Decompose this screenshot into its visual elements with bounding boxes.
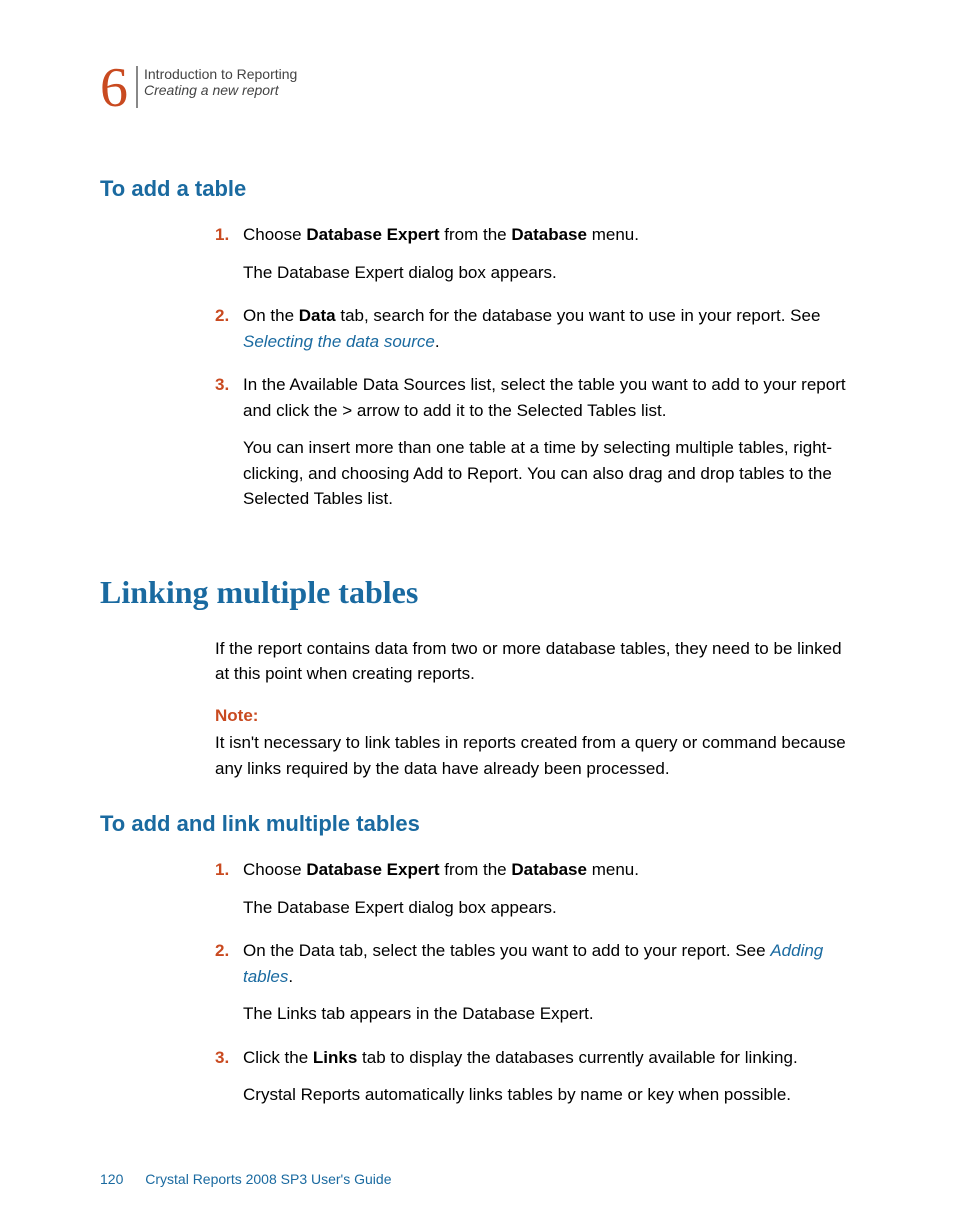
step-text: The Database Expert dialog box appears. [243,260,854,286]
step-text: On the Data tab, select the tables you w… [243,938,854,989]
bold-text: Database Expert [306,860,439,879]
step-text: In the Available Data Sources list, sele… [243,372,854,423]
text: . [288,967,293,986]
section3-content: 1. Choose Database Expert from the Datab… [215,857,854,1120]
bold-text: Database [511,860,587,879]
paragraph: If the report contains data from two or … [215,636,854,687]
step-number: 1. [215,222,243,297]
page: 6 Introduction to Reporting Creating a n… [0,0,954,1227]
step-body: Choose Database Expert from the Database… [243,857,854,932]
text: . [435,332,440,351]
header-breadcrumb-1: Introduction to Reporting [144,66,297,82]
step-text: Crystal Reports automatically links tabl… [243,1082,854,1108]
step-number: 2. [215,938,243,1039]
step-text: You can insert more than one table at a … [243,435,854,512]
step-body: On the Data tab, search for the database… [243,303,854,366]
step-text: The Database Expert dialog box appears. [243,895,854,921]
heading-to-add-and-link-multiple-tables: To add and link multiple tables [100,811,854,837]
header-breadcrumb-2: Creating a new report [144,82,297,98]
page-header: 6 Introduction to Reporting Creating a n… [100,60,854,116]
list-item: 2. On the Data tab, select the tables yo… [215,938,854,1039]
step-number: 1. [215,857,243,932]
footer-title: Crystal Reports 2008 SP3 User's Guide [145,1171,391,1187]
page-footer: 120 Crystal Reports 2008 SP3 User's Guid… [100,1171,391,1187]
step-body: In the Available Data Sources list, sele… [243,372,854,524]
list-item: 1. Choose Database Expert from the Datab… [215,222,854,297]
text: On the [243,306,299,325]
bold-text: Links [313,1048,357,1067]
list-item: 3. In the Available Data Sources list, s… [215,372,854,524]
list-item: 1. Choose Database Expert from the Datab… [215,857,854,932]
step-number: 3. [215,1045,243,1120]
text: Choose [243,225,306,244]
note-text: It isn't necessary to link tables in rep… [215,730,854,781]
step-text: On the Data tab, search for the database… [243,303,854,354]
step-text: Choose Database Expert from the Database… [243,857,854,883]
page-number: 120 [100,1171,123,1187]
step-number: 3. [215,372,243,524]
chapter-number: 6 [100,60,128,116]
bold-text: Database [511,225,587,244]
step-body: Choose Database Expert from the Database… [243,222,854,297]
step-text: Choose Database Expert from the Database… [243,222,854,248]
heading-linking-multiple-tables: Linking multiple tables [100,574,854,611]
link-selecting-data-source[interactable]: Selecting the data source [243,332,435,351]
bold-text: Database Expert [306,225,439,244]
step-body: On the Data tab, select the tables you w… [243,938,854,1039]
header-text: Introduction to Reporting Creating a new… [144,60,297,98]
section2-content: If the report contains data from two or … [215,636,854,782]
heading-to-add-a-table: To add a table [100,176,854,202]
text: tab, search for the database you want to… [336,306,821,325]
step-text: Click the Links tab to display the datab… [243,1045,854,1071]
text: menu. [587,225,639,244]
step-text: The Links tab appears in the Database Ex… [243,1001,854,1027]
list-item: 3. Click the Links tab to display the da… [215,1045,854,1120]
text: from the [440,225,512,244]
step-number: 2. [215,303,243,366]
note-label: Note: [215,703,854,729]
header-divider [136,66,138,108]
bold-text: Data [299,306,336,325]
text: On the Data tab, select the tables you w… [243,941,770,960]
text: tab to display the databases currently a… [357,1048,797,1067]
text: from the [440,860,512,879]
section1-content: 1. Choose Database Expert from the Datab… [215,222,854,524]
step-body: Click the Links tab to display the datab… [243,1045,854,1120]
text: menu. [587,860,639,879]
text: Click the [243,1048,313,1067]
list-item: 2. On the Data tab, search for the datab… [215,303,854,366]
text: Choose [243,860,306,879]
